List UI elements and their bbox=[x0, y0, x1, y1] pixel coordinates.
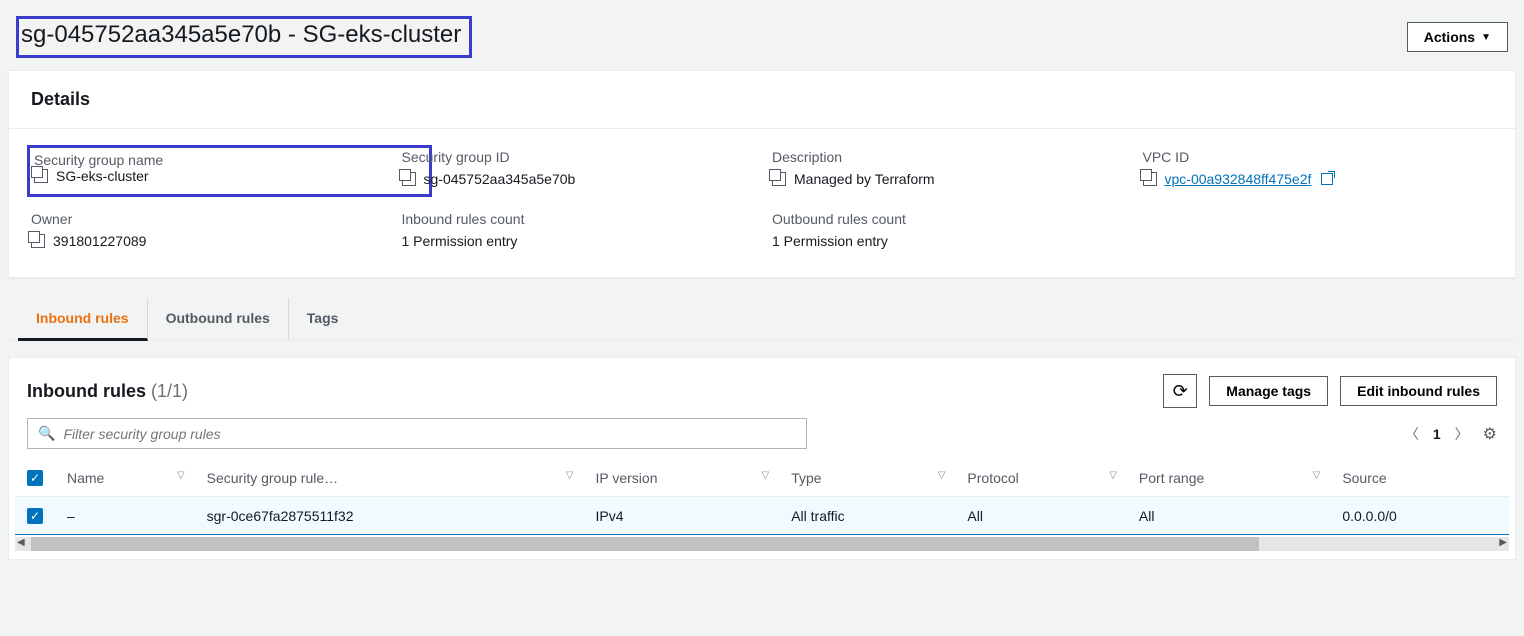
cell-type: All traffic bbox=[779, 497, 955, 535]
owner-label: Owner bbox=[31, 211, 382, 227]
cell-rule-id: sgr-0ce67fa2875511f32 bbox=[195, 497, 584, 535]
search-icon: 🔍 bbox=[38, 425, 55, 442]
vpc-id-link[interactable]: vpc-00a932848ff475e2f bbox=[1165, 171, 1312, 187]
search-input-wrap[interactable]: 🔍 bbox=[27, 418, 807, 449]
outbound-count-label: Outbound rules count bbox=[772, 211, 1123, 227]
sort-icon: ▽ bbox=[566, 470, 574, 481]
select-all-checkbox[interactable]: ✓ bbox=[27, 470, 43, 486]
actions-button[interactable]: Actions ▼ bbox=[1407, 22, 1508, 52]
copy-icon[interactable] bbox=[1143, 172, 1157, 186]
manage-tags-button[interactable]: Manage tags bbox=[1209, 376, 1328, 406]
col-ip-version[interactable]: IP version▽ bbox=[583, 459, 779, 497]
search-input[interactable] bbox=[63, 426, 796, 442]
edit-inbound-button[interactable]: Edit inbound rules bbox=[1340, 376, 1497, 406]
col-type[interactable]: Type▽ bbox=[779, 459, 955, 497]
tab-outbound[interactable]: Outbound rules bbox=[148, 298, 289, 340]
col-protocol[interactable]: Protocol▽ bbox=[955, 459, 1127, 497]
sg-name-label: Security group name bbox=[34, 152, 163, 168]
col-rule-id[interactable]: Security group rule…▽ bbox=[195, 459, 584, 497]
tabs: Inbound rules Outbound rules Tags bbox=[8, 298, 1516, 341]
cell-ip-version: IPv4 bbox=[583, 497, 779, 535]
col-source[interactable]: Source bbox=[1330, 459, 1509, 497]
sort-icon: ▽ bbox=[762, 470, 770, 481]
table-header-row: ✓ Name▽ Security group rule…▽ IP version… bbox=[15, 459, 1509, 497]
copy-icon[interactable] bbox=[772, 172, 786, 186]
copy-icon[interactable] bbox=[34, 169, 48, 183]
rules-table: ✓ Name▽ Security group rule…▽ IP version… bbox=[15, 459, 1509, 535]
details-panel: Details Security group name SG-eks-clust… bbox=[8, 70, 1516, 278]
inbound-count-label: Inbound rules count bbox=[402, 211, 753, 227]
tab-inbound[interactable]: Inbound rules bbox=[18, 298, 148, 341]
table-row[interactable]: ✓ – sgr-0ce67fa2875511f32 IPv4 All traff… bbox=[15, 497, 1509, 535]
sort-icon: ▽ bbox=[938, 470, 946, 481]
sg-id-label: Security group ID bbox=[402, 149, 753, 165]
sg-name-value: SG-eks-cluster bbox=[56, 168, 149, 184]
vpc-id-label: VPC ID bbox=[1143, 149, 1494, 165]
pager-page: 1 bbox=[1433, 426, 1441, 442]
actions-label: Actions bbox=[1424, 29, 1475, 45]
row-checkbox[interactable]: ✓ bbox=[27, 508, 43, 524]
rules-count: (1/1) bbox=[151, 381, 188, 401]
sort-icon: ▽ bbox=[1313, 470, 1321, 481]
rules-title: Inbound rules bbox=[27, 381, 146, 401]
rules-panel: Inbound rules (1/1) ⟳ Manage tags Edit i… bbox=[8, 357, 1516, 560]
horizontal-scrollbar[interactable]: ◀ bbox=[15, 537, 1509, 551]
refresh-button[interactable]: ⟳ bbox=[1163, 374, 1197, 408]
sg-id-value: sg-045752aa345a5e70b bbox=[424, 171, 576, 187]
inbound-count-value: 1 Permission entry bbox=[402, 233, 518, 249]
description-label: Description bbox=[772, 149, 1123, 165]
caret-down-icon: ▼ bbox=[1481, 32, 1491, 43]
pager-prev[interactable]: 〈 bbox=[1405, 424, 1419, 444]
refresh-icon: ⟳ bbox=[1173, 381, 1188, 402]
cell-port-range: All bbox=[1127, 497, 1330, 535]
sort-icon: ▽ bbox=[1109, 470, 1117, 481]
external-link-icon bbox=[1321, 173, 1333, 185]
sort-icon: ▽ bbox=[177, 470, 185, 481]
gear-icon[interactable]: ⚙ bbox=[1483, 424, 1497, 444]
description-value: Managed by Terraform bbox=[794, 171, 935, 187]
details-header: Details bbox=[9, 71, 1515, 129]
col-name[interactable]: Name▽ bbox=[55, 459, 195, 497]
owner-value: 391801227089 bbox=[53, 233, 146, 249]
copy-icon[interactable] bbox=[402, 172, 416, 186]
cell-name: – bbox=[55, 497, 195, 535]
col-port-range[interactable]: Port range▽ bbox=[1127, 459, 1330, 497]
tab-tags[interactable]: Tags bbox=[289, 298, 357, 340]
page-title: sg-045752aa345a5e70b - SG-eks-cluster bbox=[16, 16, 472, 58]
cell-source: 0.0.0.0/0 bbox=[1330, 497, 1509, 535]
cell-protocol: All bbox=[955, 497, 1127, 535]
pager-next[interactable]: 〉 bbox=[1455, 424, 1469, 444]
copy-icon[interactable] bbox=[31, 234, 45, 248]
outbound-count-value: 1 Permission entry bbox=[772, 233, 888, 249]
